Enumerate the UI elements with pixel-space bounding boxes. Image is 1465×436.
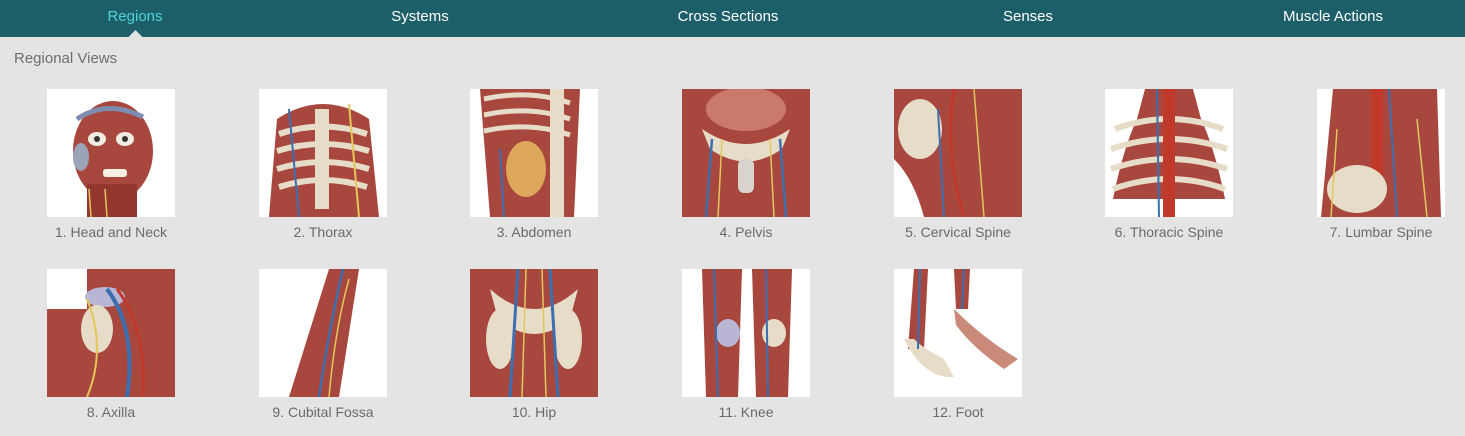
tab-senses[interactable]: Senses — [1003, 0, 1053, 37]
region-tile-thoracic-spine[interactable]: 6. Thoracic Spine — [1089, 89, 1249, 249]
region-label: 8. Axilla — [86, 404, 136, 420]
active-tab-indicator — [127, 30, 142, 37]
thorax-thumbnail — [259, 89, 387, 217]
tab-cross-sections[interactable]: Cross Sections — [678, 0, 779, 37]
tab-systems[interactable]: Systems — [391, 0, 449, 37]
knee-thumbnail — [682, 269, 810, 397]
tab-senses-label: Senses — [1002, 8, 1054, 25]
cubital-fossa-thumbnail — [259, 269, 387, 397]
region-label: 7. Lumbar Spine — [1329, 224, 1433, 240]
tab-muscle-actions-label: Muscle Actions — [1282, 8, 1384, 25]
region-tile-axilla[interactable]: 8. Axilla — [31, 269, 191, 429]
region-label: 5. Cervical Spine — [905, 224, 1011, 240]
foot-thumbnail — [894, 269, 1022, 397]
abdomen-thumbnail — [470, 89, 598, 217]
thoracic-spine-thumbnail — [1105, 89, 1233, 217]
region-label: 12. Foot — [932, 404, 984, 420]
region-tile-lumbar-spine[interactable]: 7. Lumbar Spine — [1301, 89, 1461, 249]
lumbar-spine-thumbnail — [1317, 89, 1445, 217]
region-label: 2. Thorax — [293, 224, 353, 240]
top-navigation-bar: Regions Systems Cross Sections Senses Mu… — [0, 0, 1465, 37]
region-tile-abdomen[interactable]: 3. Abdomen — [454, 89, 614, 249]
region-label: 11. Knee — [718, 404, 774, 420]
tab-cross-sections-label: Cross Sections — [677, 8, 779, 25]
region-label: 10. Hip — [511, 404, 557, 420]
region-label: 6. Thoracic Spine — [1114, 224, 1224, 240]
region-tile-foot[interactable]: 12. Foot — [878, 269, 1038, 429]
region-label: 3. Abdomen — [496, 224, 572, 240]
tab-regions-label: Regions — [107, 8, 163, 25]
region-tile-pelvis[interactable]: 4. Pelvis — [666, 89, 826, 249]
head-and-neck-thumbnail — [47, 89, 175, 217]
section-title: Regional Views — [14, 50, 118, 67]
region-tile-knee[interactable]: 11. Knee — [666, 269, 826, 429]
hip-thumbnail — [470, 269, 598, 397]
region-tile-thorax[interactable]: 2. Thorax — [243, 89, 403, 249]
axilla-thumbnail — [47, 269, 175, 397]
tab-regions[interactable]: Regions — [107, 0, 163, 37]
region-label: 9. Cubital Fossa — [272, 404, 374, 420]
tab-systems-label: Systems — [391, 8, 449, 25]
region-tile-head-and-neck[interactable]: 1. Head and Neck — [31, 89, 191, 249]
cervical-spine-thumbnail — [894, 89, 1022, 217]
region-tile-cubital-fossa[interactable]: 9. Cubital Fossa — [243, 269, 403, 429]
region-label: 4. Pelvis — [719, 224, 773, 240]
region-tile-hip[interactable]: 10. Hip — [454, 269, 614, 429]
region-tile-cervical-spine[interactable]: 5. Cervical Spine — [878, 89, 1038, 249]
region-label: 1. Head and Neck — [54, 224, 168, 240]
tab-muscle-actions[interactable]: Muscle Actions — [1283, 0, 1383, 37]
pelvis-thumbnail — [682, 89, 810, 217]
